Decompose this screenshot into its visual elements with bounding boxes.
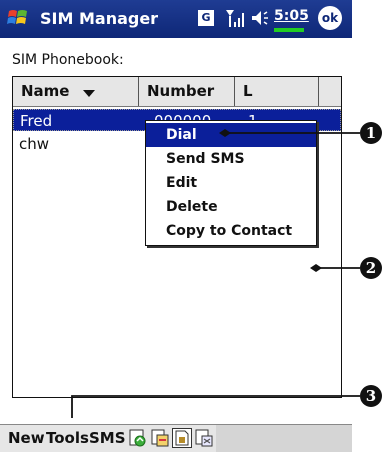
sim-card-icon[interactable] <box>172 428 192 448</box>
gprs-icon[interactable]: G <box>198 10 214 26</box>
context-menu: Dial Send SMS Edit Delete Copy to Contac… <box>145 120 317 246</box>
menu-bar: New Tools SMS <box>0 424 352 452</box>
title-bar: SIM Manager G 5:05 ok <box>0 0 352 38</box>
contact-name: Fred <box>20 112 53 130</box>
contact-name: chw <box>19 135 50 153</box>
sim-to-contacts-icon[interactable] <box>194 428 214 448</box>
menu-item-edit[interactable]: Edit <box>146 171 316 195</box>
device-screen: SIM Manager G 5:05 ok SIM Phonebook: Nam… <box>0 0 352 452</box>
tools-menu[interactable]: Tools <box>46 429 89 447</box>
app-title: SIM Manager <box>40 9 159 28</box>
callout-2: 2 <box>360 257 382 279</box>
column-header-spacer <box>319 77 341 106</box>
callout-1: 1 <box>360 122 382 144</box>
sort-descending-icon <box>83 90 95 97</box>
column-header-number[interactable]: Number <box>139 77 235 106</box>
menu-item-send-sms[interactable]: Send SMS <box>146 147 316 171</box>
menu-item-copy-to-contact[interactable]: Copy to Contact <box>146 219 316 243</box>
clock[interactable]: 5:05 <box>274 8 309 24</box>
list-header: Name Number L <box>13 77 341 107</box>
new-menu[interactable]: New <box>8 429 45 447</box>
menu-item-delete[interactable]: Delete <box>146 195 316 219</box>
ok-button[interactable]: ok <box>318 6 342 30</box>
section-label: SIM Phonebook: <box>12 52 124 68</box>
volume-icon[interactable] <box>250 8 270 28</box>
windows-start-icon[interactable] <box>6 6 30 30</box>
contacts-to-sim-icon[interactable] <box>150 428 170 448</box>
signal-strength-icon[interactable] <box>224 7 246 29</box>
sms-menu[interactable]: SMS <box>89 429 126 447</box>
column-header-name-label: Name <box>21 82 70 100</box>
callout-3: 3 <box>360 385 382 407</box>
column-header-name[interactable]: Name <box>13 77 139 106</box>
battery-indicator <box>274 28 304 32</box>
column-header-l[interactable]: L <box>235 77 319 106</box>
sim-copy-icon[interactable] <box>128 428 148 448</box>
menu-item-dial[interactable]: Dial <box>146 123 316 147</box>
input-panel-area <box>216 425 352 452</box>
